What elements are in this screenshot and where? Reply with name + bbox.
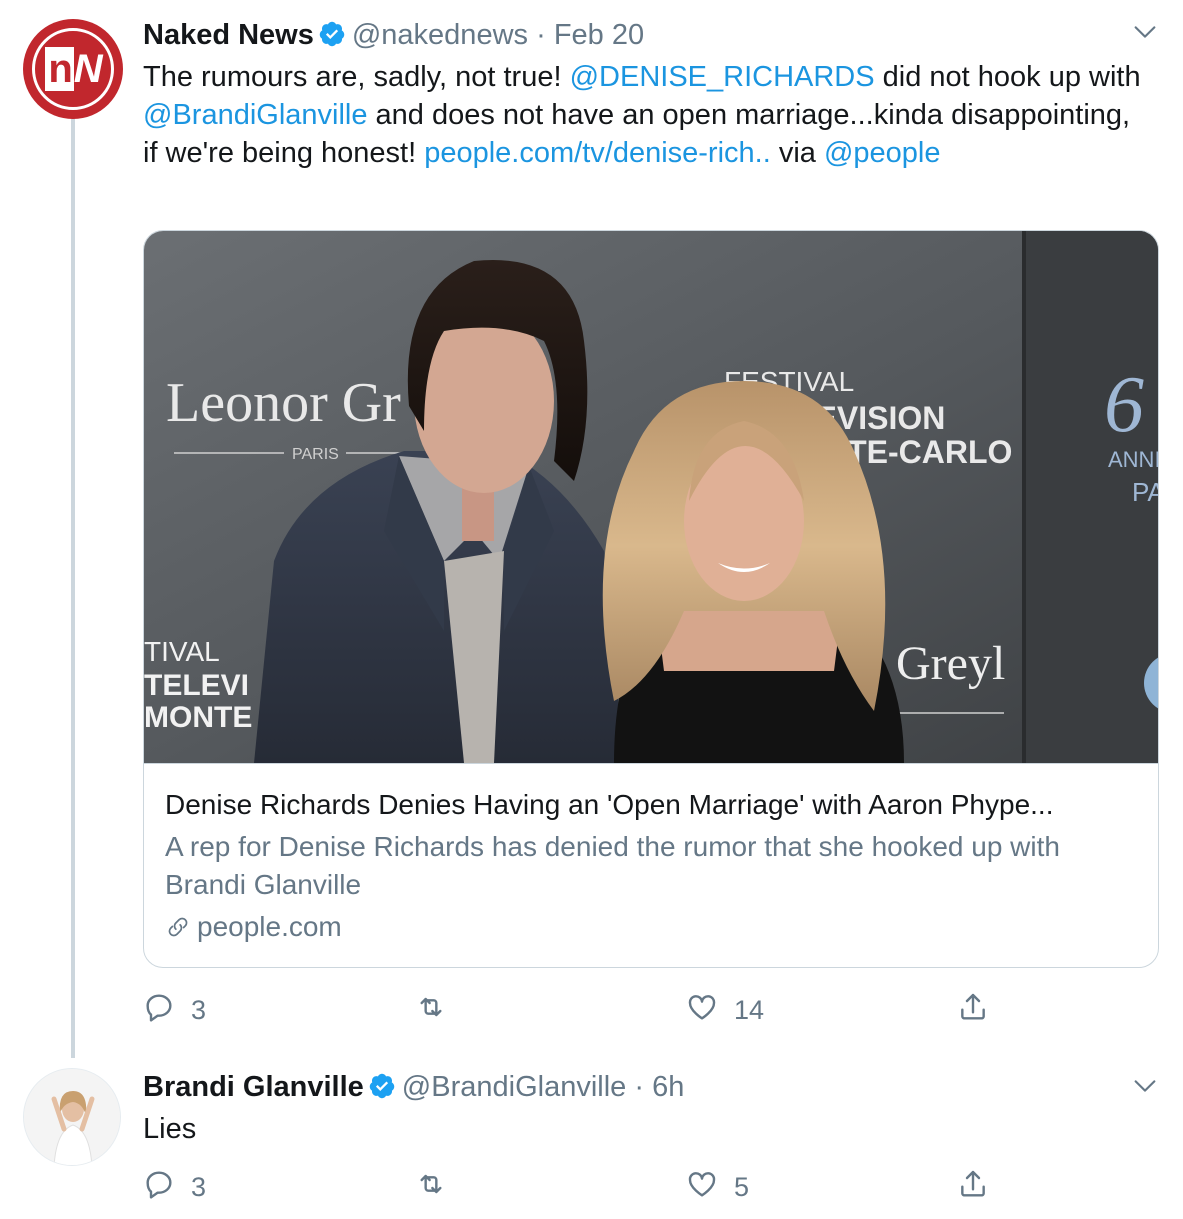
retweet-icon bbox=[415, 1168, 463, 1207]
mention-link[interactable]: @people bbox=[824, 137, 941, 169]
mention-link[interactable]: @DENISE_RICHARDS bbox=[570, 61, 875, 93]
display-name[interactable]: Naked News bbox=[143, 19, 314, 51]
svg-text:PARIS: PARIS bbox=[292, 446, 339, 463]
mention-link[interactable]: @BrandiGlanville bbox=[143, 99, 367, 131]
like-count: 14 bbox=[734, 994, 765, 1025]
tweet-text: Lies bbox=[143, 1113, 197, 1145]
svg-text:ANNIV: ANNIV bbox=[1108, 447, 1159, 472]
svg-text:Greyl: Greyl bbox=[896, 637, 1005, 690]
link-icon bbox=[165, 911, 197, 942]
tweet[interactable]: Brandi Glanville @BrandiGlanville · 6h Li… bbox=[0, 1060, 1183, 1219]
retweet-icon bbox=[415, 991, 463, 1030]
like-count: 5 bbox=[734, 1171, 750, 1202]
verified-badge-icon bbox=[318, 20, 346, 56]
svg-text:TIVAL: TIVAL bbox=[144, 636, 220, 667]
card-title[interactable]: Denise Richards Denies Having an 'Open M… bbox=[165, 788, 1053, 822]
svg-text:6: 6 bbox=[1104, 361, 1144, 449]
timestamp[interactable]: 6h bbox=[652, 1071, 684, 1103]
share-icon bbox=[957, 1168, 1005, 1207]
chevron-down-icon[interactable] bbox=[1131, 1072, 1159, 1100]
chevron-down-icon[interactable] bbox=[1131, 18, 1159, 46]
reply-button[interactable]: 3 bbox=[143, 990, 206, 1030]
card-body[interactable]: Denise Richards Denies Having an 'Open M… bbox=[144, 763, 1158, 967]
like-button[interactable]: 5 bbox=[686, 1167, 749, 1207]
share-icon bbox=[957, 991, 1005, 1030]
card-domain: people.com bbox=[165, 909, 342, 945]
tweet-actions: 3 14 bbox=[143, 990, 1023, 1030]
tweet-header: Brandi Glanville @BrandiGlanville · 6h bbox=[143, 1070, 684, 1108]
display-name[interactable]: Brandi Glanville bbox=[143, 1071, 364, 1103]
profile-photo bbox=[24, 1069, 120, 1165]
avatar[interactable]: nN bbox=[23, 19, 123, 119]
like-button[interactable]: 14 bbox=[686, 990, 764, 1030]
heart-icon bbox=[686, 991, 734, 1030]
reply-count: 3 bbox=[191, 1171, 207, 1202]
handle[interactable]: @BrandiGlanville bbox=[402, 1071, 626, 1103]
avatar[interactable] bbox=[23, 1068, 121, 1166]
reply-icon bbox=[143, 1168, 191, 1207]
heart-icon bbox=[686, 1168, 734, 1207]
tweet[interactable]: nN Naked News @nakednews · Feb 20 The rum… bbox=[0, 0, 1183, 1060]
link-card[interactable]: Leonor Gr PARIS FESTIVAL LEVISION NTE-CA… bbox=[143, 230, 1159, 968]
url-link[interactable]: people.com/tv/denise-rich.. bbox=[424, 137, 771, 169]
share-button[interactable] bbox=[957, 990, 1005, 1030]
reply-count: 3 bbox=[191, 994, 207, 1025]
reply-icon bbox=[143, 991, 191, 1030]
retweet-button[interactable] bbox=[415, 990, 463, 1030]
thread-connector-line bbox=[71, 118, 75, 1058]
tweet-header: Naked News @nakednews · Feb 20 bbox=[143, 18, 644, 56]
separator-dot: · bbox=[634, 1071, 645, 1103]
card-description: A rep for Denise Richards has denied the… bbox=[165, 831, 1060, 900]
separator-dot: · bbox=[536, 19, 546, 51]
reply-button[interactable]: 3 bbox=[143, 1167, 206, 1207]
backdrop-brand-text: Leonor Gr bbox=[166, 372, 401, 434]
svg-text:PA: PA bbox=[1132, 477, 1159, 507]
svg-text:MONTE: MONTE bbox=[144, 701, 252, 734]
tweet-actions: 3 5 bbox=[143, 1167, 1023, 1207]
share-button[interactable] bbox=[957, 1167, 1005, 1207]
tweet-text: The rumours are, sadly, not true! @DENIS… bbox=[143, 61, 1141, 169]
svg-text:TELEVI: TELEVI bbox=[144, 669, 249, 702]
retweet-button[interactable] bbox=[415, 1167, 463, 1207]
verified-badge-icon bbox=[368, 1072, 396, 1108]
timestamp[interactable]: Feb 20 bbox=[554, 19, 644, 51]
handle[interactable]: @nakednews bbox=[352, 19, 528, 51]
card-image[interactable]: Leonor Gr PARIS FESTIVAL LEVISION NTE-CA… bbox=[144, 231, 1159, 763]
